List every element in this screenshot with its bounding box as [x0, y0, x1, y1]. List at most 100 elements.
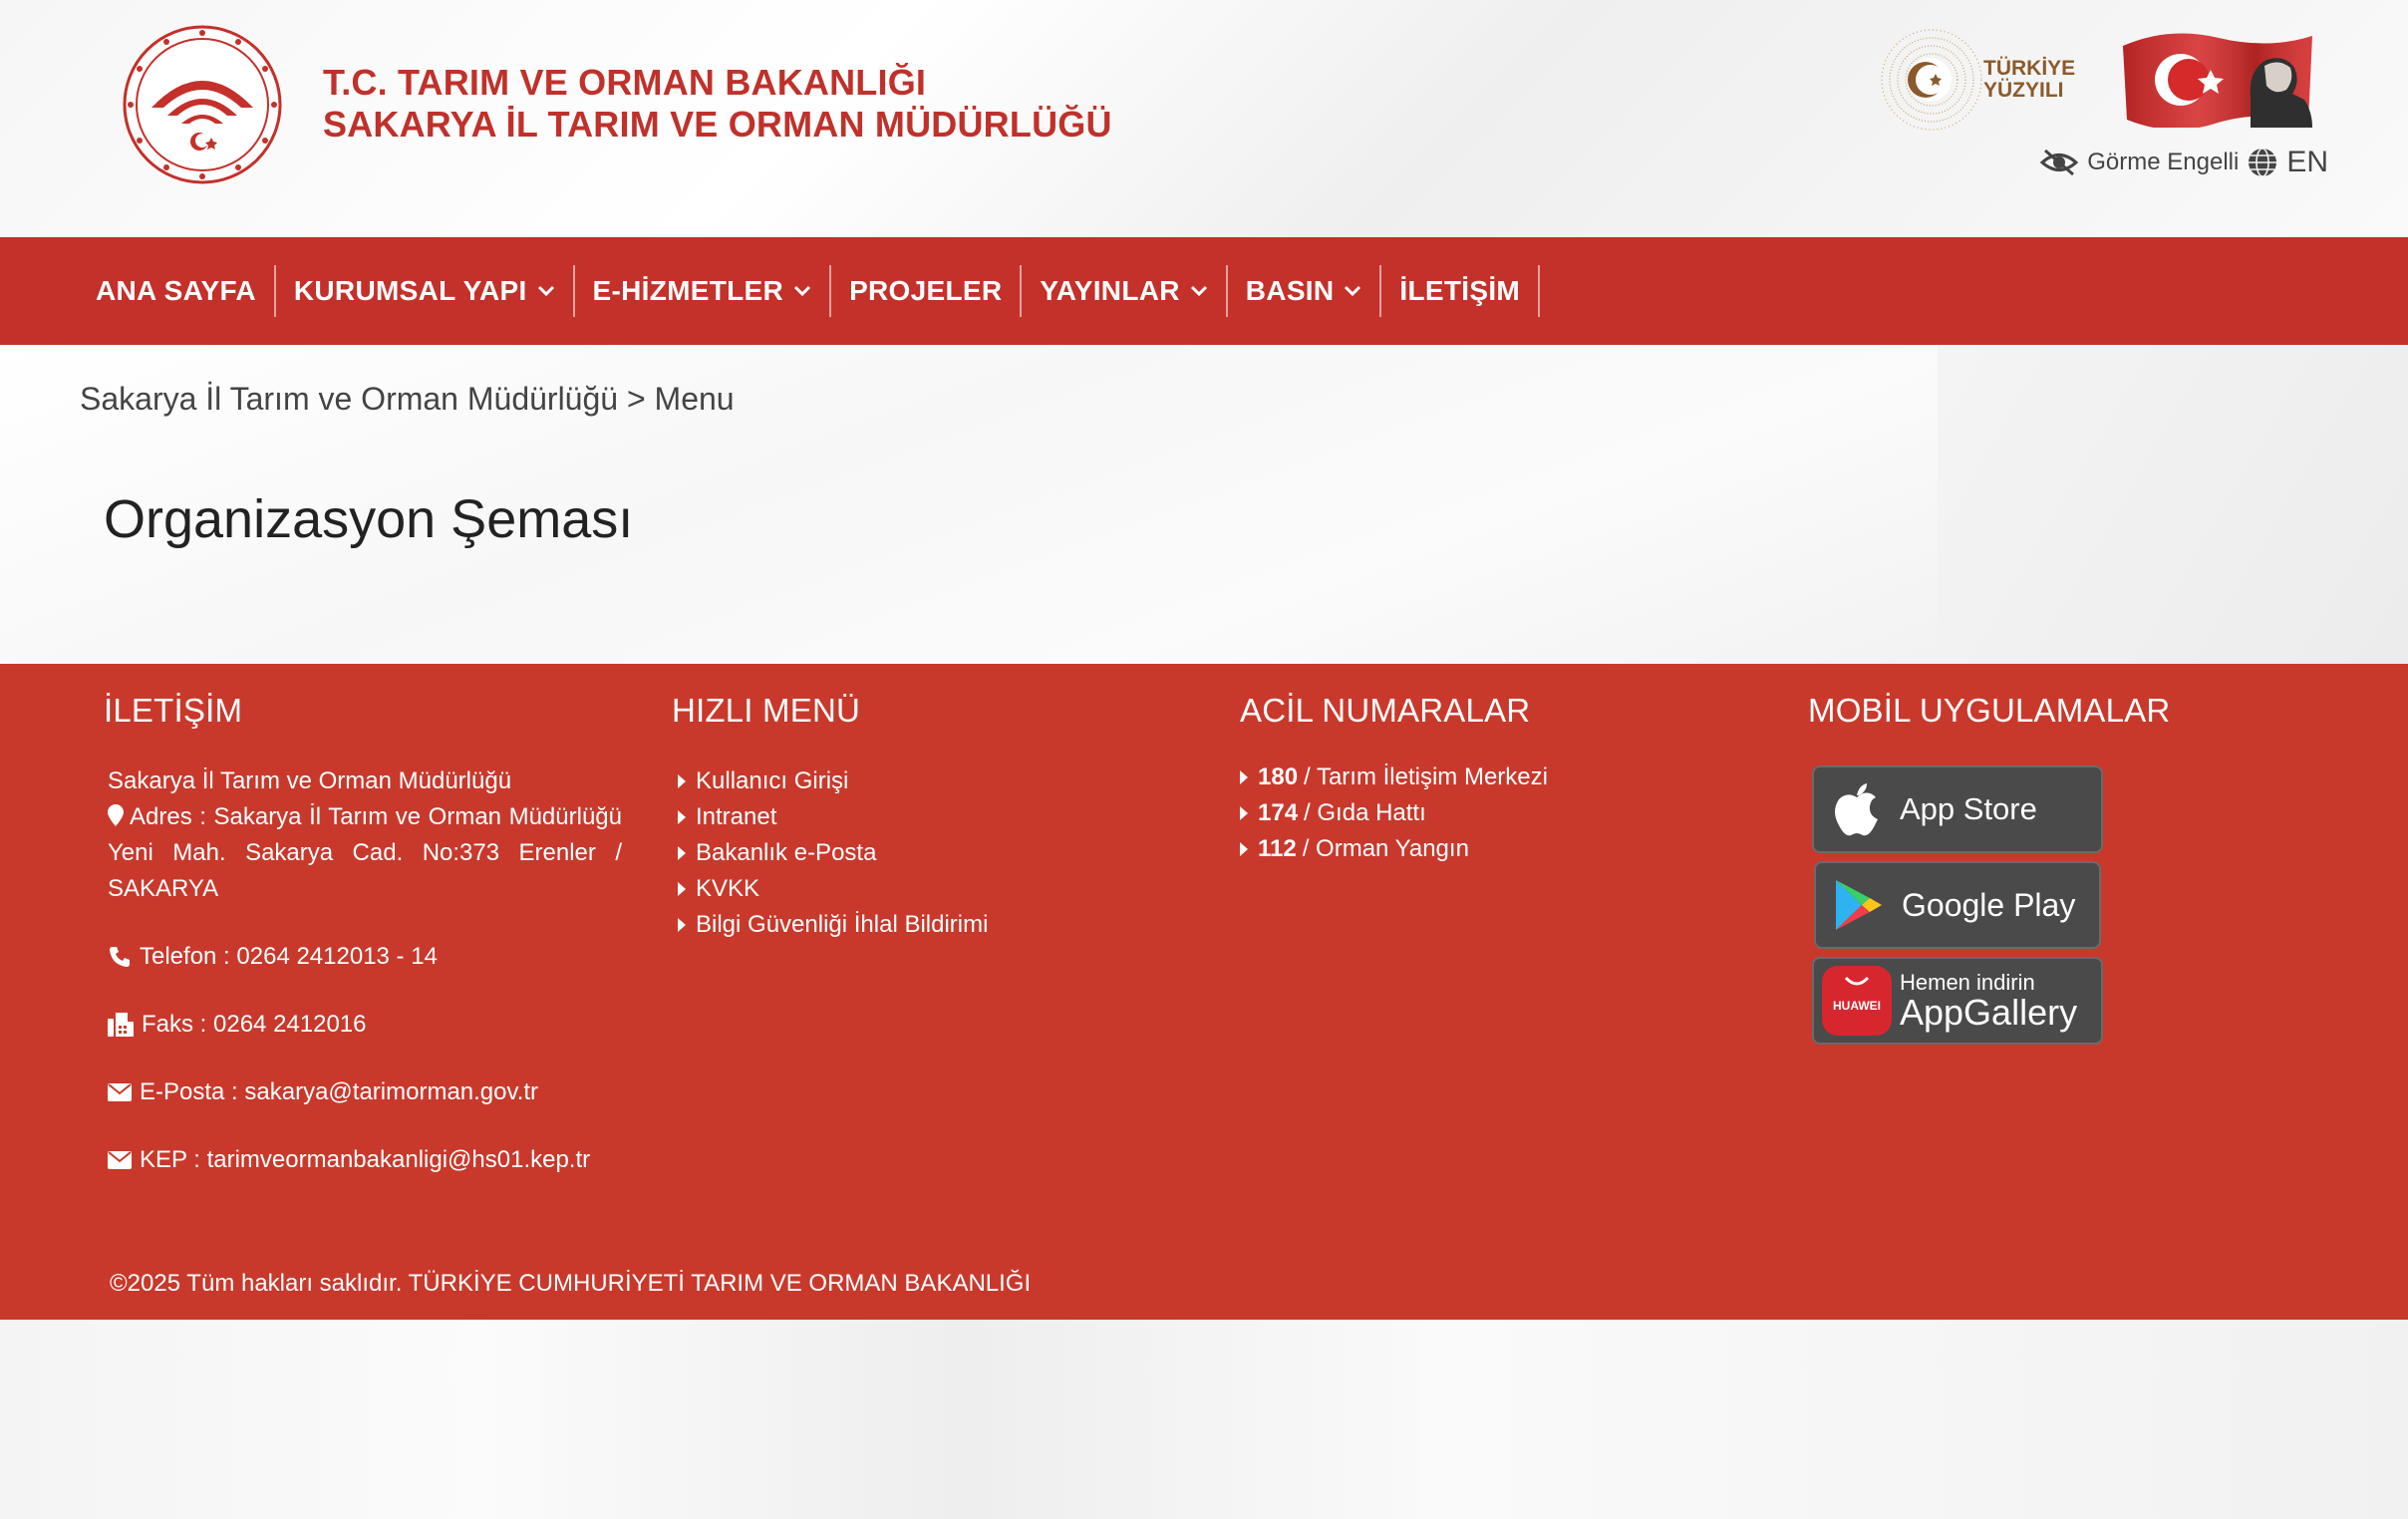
quick-menu-label: Kullanıcı Girişi: [696, 767, 849, 794]
eye-slash-icon: [2039, 149, 2079, 176]
emergency-label: / Orman Yangın: [1302, 835, 1469, 862]
turkiye-yuzyili-text: TÜRKİYE YÜZYILI: [1983, 58, 2075, 102]
footer-contact-heading: İLETİŞİM: [104, 692, 243, 729]
nav-item-label: E-HİZMETLER: [592, 275, 784, 306]
nav-item-label: YAYINLAR: [1040, 275, 1180, 306]
footer-quick-menu-column: HIZLI MENÜ Kullanıcı Girişi Intranet Bak…: [672, 692, 988, 943]
footer-mobile-heading: MOBİL UYGULAMALAR: [1808, 692, 2171, 729]
contact-phone[interactable]: Telefon : 0264 2412013 - 14: [140, 939, 438, 975]
emergency-number: 174: [1258, 799, 1299, 826]
google-play-icon: [1836, 880, 1882, 930]
contact-fax-row: Faks : 0264 2412016: [108, 1007, 622, 1043]
nav-item-label: ANA SAYFA: [96, 275, 256, 306]
breadcrumb: Sakarya İl Tarım ve Orman Müdürlüğü > Me…: [80, 381, 735, 418]
caret-right-icon: [1240, 842, 1248, 856]
content-side-panel: [1938, 345, 2408, 664]
accessibility-link[interactable]: Görme Engelli: [2039, 148, 2239, 177]
contact-kep-row: KEP : tarimveormanbakanligi@hs01.kep.tr: [108, 1142, 622, 1178]
quick-menu-label: KVKK: [696, 875, 760, 902]
breadcrumb-home-link[interactable]: Sakarya İl Tarım ve Orman Müdürlüğü: [80, 381, 618, 417]
appgallery-label: AppGallery: [1900, 991, 2078, 1033]
contact-info: Sakarya İl Tarım ve Orman Müdürlüğü Adre…: [108, 763, 622, 1178]
quick-menu-item[interactable]: Bilgi Güvenliği İhlal Bildirimi: [678, 907, 988, 943]
nav-item-label: İLETİŞİM: [1399, 275, 1521, 306]
app-store-button[interactable]: App Store: [1812, 765, 2103, 853]
emergency-list: 180 / Tarım İletişim Merkezi 174 / Gıda …: [1240, 760, 1548, 867]
contact-email-row: E-Posta : sakarya@tarimorman.gov.tr: [108, 1074, 622, 1110]
nav-item-kurumsal-yapi[interactable]: KURUMSAL YAPI: [276, 265, 575, 317]
nav-item-ana-sayfa[interactable]: ANA SAYFA: [78, 265, 276, 317]
ministry-seal-logo[interactable]: [122, 24, 283, 185]
chevron-down-icon: [794, 285, 811, 297]
huawei-brand-text: HUAWEI: [1833, 999, 1881, 1013]
contact-address: Adres : Sakarya İl Tarım ve Orman Müdürl…: [108, 803, 622, 902]
quick-menu-item[interactable]: Kullanıcı Girişi: [678, 763, 988, 799]
quick-menu-item[interactable]: Bakanlık e-Posta: [678, 835, 988, 871]
site-footer: İLETİŞİM Sakarya İl Tarım ve Orman Müdür…: [0, 664, 2408, 1320]
fax-icon: [108, 1013, 134, 1037]
apple-icon: [1835, 783, 1878, 836]
footer-emergency-column: ACİL NUMARALAR 180 / Tarım İletişim Merk…: [1240, 692, 1548, 867]
quick-menu-item[interactable]: Intranet: [678, 799, 988, 835]
caret-right-icon: [1240, 770, 1248, 784]
nav-item-label: KURUMSAL YAPI: [293, 275, 527, 306]
ministry-title[interactable]: T.C. TARIM VE ORMAN BAKANLIĞI SAKARYA İL…: [323, 62, 1112, 146]
accessibility-label: Görme Engelli: [2087, 149, 2240, 175]
ministry-title-line2: SAKARYA İL TARIM VE ORMAN MÜDÜRLÜĞÜ: [323, 104, 1112, 145]
phone-icon: [110, 947, 130, 967]
breadcrumb-separator: >: [626, 381, 646, 417]
footer-mobile-apps-column: MOBİL UYGULAMALAR App Store Google Play: [1808, 692, 2170, 1053]
nav-item-basin[interactable]: BASIN: [1228, 265, 1382, 317]
site-header: T.C. TARIM VE ORMAN BAKANLIĞI SAKARYA İL…: [0, 0, 2408, 237]
quick-menu-list: Kullanıcı Girişi Intranet Bakanlık e-Pos…: [678, 763, 988, 943]
globe-icon: [2249, 148, 2277, 177]
map-marker-icon: [108, 804, 124, 826]
caret-right-icon: [678, 846, 686, 860]
language-switch[interactable]: EN: [2247, 146, 2328, 179]
google-play-button[interactable]: Google Play: [1814, 861, 2101, 949]
google-play-label: Google Play: [1902, 886, 2076, 923]
caret-right-icon: [678, 810, 686, 824]
chevron-down-icon: [537, 285, 554, 297]
copyright-text: ©2025 Tüm hakları saklıdır. TÜRKİYE CUMH…: [110, 1270, 1032, 1297]
contact-kep[interactable]: KEP : tarimveormanbakanligi@hs01.kep.tr: [140, 1142, 590, 1178]
appgallery-button[interactable]: HUAWEI Hemen indirin AppGallery: [1812, 957, 2103, 1045]
caret-right-icon: [678, 882, 686, 896]
quick-menu-label: Bilgi Güvenliği İhlal Bildirimi: [696, 911, 989, 938]
caret-right-icon: [678, 774, 686, 788]
turkiye-line: TÜRKİYE: [1983, 57, 2076, 80]
quick-menu-item[interactable]: KVKK: [678, 871, 988, 907]
header-utility-links: Görme Engelli EN: [2039, 146, 2328, 179]
nav-item-projeler[interactable]: PROJELER: [831, 265, 1023, 317]
emergency-number: 112: [1258, 835, 1297, 862]
contact-phone-row: Telefon : 0264 2412013 - 14: [108, 939, 622, 975]
footer-emergency-heading: ACİL NUMARALAR: [1240, 692, 1531, 729]
app-store-label: App Store: [1900, 791, 2037, 826]
nav-item-e-hizmetler[interactable]: E-HİZMETLER: [575, 265, 832, 317]
language-label: EN: [2286, 146, 2328, 178]
emergency-item: 180 / Tarım İletişim Merkezi: [1240, 760, 1548, 795]
contact-org: Sakarya İl Tarım ve Orman Müdürlüğü: [108, 767, 512, 794]
nav-item-label: PROJELER: [849, 275, 1003, 306]
envelope-icon: [108, 1151, 132, 1169]
emergency-item: 174 / Gıda Hattı: [1240, 795, 1548, 831]
footer-contact-column: İLETİŞİM Sakarya İl Tarım ve Orman Müdür…: [104, 692, 622, 1178]
chevron-down-icon: [1345, 285, 1361, 297]
flag-ataturk-image: [2123, 33, 2312, 128]
breadcrumb-current: Menu: [654, 381, 735, 417]
ministry-title-line1: T.C. TARIM VE ORMAN BAKANLIĞI: [323, 62, 927, 103]
footer-quick-menu-heading: HIZLI MENÜ: [672, 692, 861, 729]
appgallery-small-label: Hemen indirin: [1900, 969, 2035, 995]
quick-menu-label: Intranet: [696, 803, 777, 830]
emergency-item: 112 / Orman Yangın: [1240, 831, 1548, 867]
contact-address-row: Adres : Sakarya İl Tarım ve Orman Müdürl…: [108, 799, 622, 907]
nav-item-yayinlar[interactable]: YAYINLAR: [1022, 265, 1228, 317]
chevron-down-icon: [1190, 285, 1207, 297]
contact-email[interactable]: E-Posta : sakarya@tarimorman.gov.tr: [140, 1074, 538, 1110]
envelope-icon: [108, 1083, 132, 1101]
page-background-bottom: [0, 1320, 2408, 1519]
nav-item-iletisim[interactable]: İLETİŞİM: [1381, 265, 1541, 317]
caret-right-icon: [678, 918, 686, 932]
huawei-appgallery-icon: HUAWEI: [1822, 966, 1892, 1036]
yuzyili-line: YÜZYILI: [1983, 79, 2064, 102]
